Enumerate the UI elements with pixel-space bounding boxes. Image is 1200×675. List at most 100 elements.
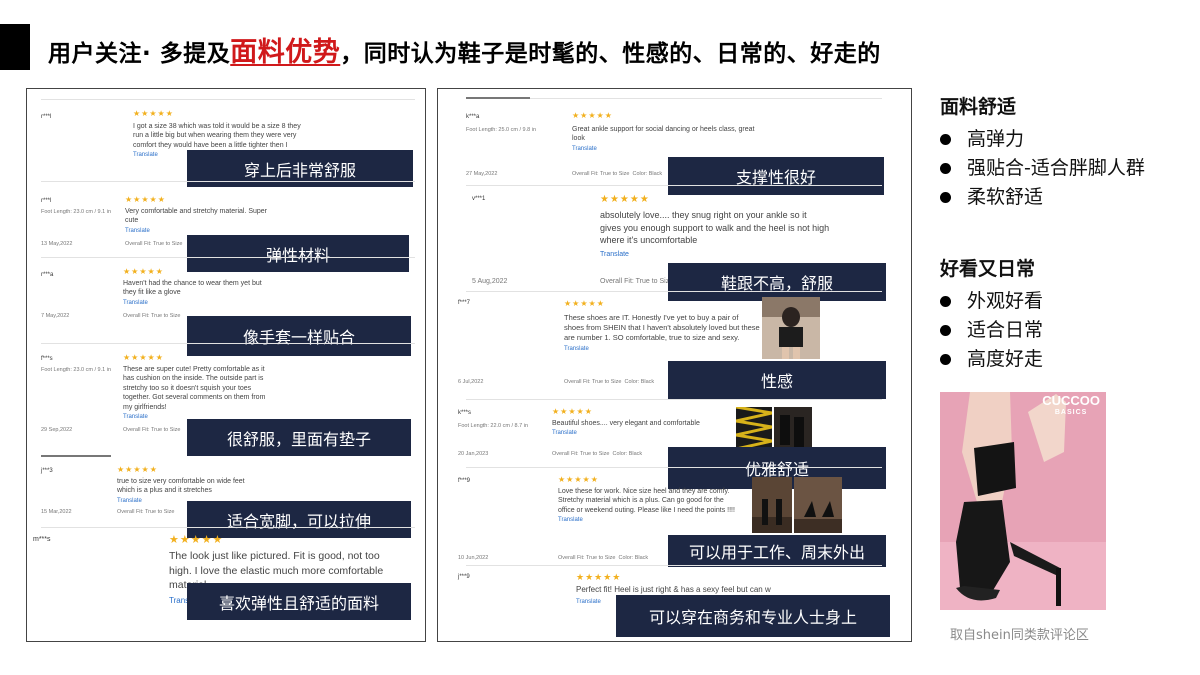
right-review-panel: k***a Foot Length: 25.0 cm / 9.8 in ★★★★…	[437, 88, 912, 642]
review-date: 29 Sep,2022	[41, 427, 73, 433]
review-date: 13 May,2022	[41, 241, 73, 247]
overall-fit: Overall Fit: True to Size	[123, 313, 181, 319]
review-text: Very comfortable and stretchy material. …	[125, 208, 268, 225]
feature-list: 外观好看 适合日常 高度好走	[940, 287, 1043, 374]
review-text: Great ankle support for social dancing o…	[572, 126, 755, 143]
feature-group-style: 好看又日常 外观好看 适合日常 高度好走	[940, 254, 1043, 374]
review-date: 10 Jun,2022	[458, 555, 489, 561]
feature-text: 外观好看	[967, 290, 1044, 312]
feature-text: 高弹力	[967, 128, 1025, 150]
review-text: Love these for work. Nice size heel and …	[558, 488, 735, 514]
translate-link[interactable]: Translate	[564, 346, 589, 352]
feature-text: 柔软舒适	[967, 186, 1044, 208]
feature-text: 高度好走	[967, 348, 1044, 370]
divider	[466, 291, 882, 292]
review-text: These are super cute! Pretty comfortable…	[123, 366, 266, 411]
overall-fit: Overall Fit: True to Size Color: Black	[564, 379, 654, 386]
review-user: r***l	[41, 114, 52, 120]
review-user: f***s	[41, 356, 53, 362]
review-date: 6 Jul,2022	[458, 379, 484, 385]
star-rating: ★★★★★	[123, 267, 164, 276]
divider	[466, 467, 882, 468]
review-tag-label: 可以用于工作、周末外出	[668, 535, 886, 567]
translate-link[interactable]: Translate	[572, 146, 597, 152]
bullet-icon	[940, 134, 951, 145]
review-tag-label: 喜欢弹性且舒适的面料	[187, 583, 411, 620]
fit-text: Overall Fit: True to Size	[558, 555, 616, 561]
review-text: Beautiful shoes.... very elegant and com…	[552, 420, 700, 427]
star-rating: ★★★★★	[552, 407, 593, 416]
translate-link[interactable]: Translate	[123, 414, 148, 420]
bullet-icon	[940, 325, 951, 336]
feature-item: 强贴合-适合胖脚人群	[940, 154, 1145, 183]
overall-fit: Overall Fit: True to Size	[117, 509, 175, 515]
feature-item: 高度好走	[940, 345, 1043, 374]
translate-link[interactable]: Translate	[117, 498, 142, 504]
feature-item: 柔软舒适	[940, 183, 1145, 212]
review-body: Great ankle support for social dancing o…	[572, 125, 762, 153]
review-text: true to size very comfortable on wide fe…	[117, 478, 245, 495]
overall-fit: Overall Fit: True to Size	[600, 278, 674, 285]
feature-group-fabric: 面料舒适 高弹力 强贴合-适合胖脚人群 柔软舒适	[940, 92, 1145, 212]
title-highlight: 面料优势	[230, 37, 341, 68]
translate-link[interactable]: Translate	[558, 517, 583, 523]
feature-text: 强贴合-适合胖脚人群	[967, 157, 1145, 179]
fit-text: Overall Fit: True to Size	[572, 171, 630, 177]
review-tag-label: 性感	[668, 361, 886, 399]
review-body: Beautiful shoes.... very elegant and com…	[552, 419, 728, 438]
foot-length: Foot Length: 23.0 cm / 9.1 in	[41, 209, 112, 215]
review-tag-label: 很舒服，里面有垫子	[187, 419, 411, 456]
translate-link[interactable]: Translate	[123, 300, 148, 306]
left-review-panel: r***l ★★★★★ I got a size 38 which was to…	[26, 88, 426, 642]
review-text: Perfect fit! Heel is just right & has a …	[576, 585, 771, 594]
divider	[41, 343, 415, 344]
divider	[41, 455, 111, 457]
bullet-icon	[940, 192, 951, 203]
bullet-icon	[940, 296, 951, 307]
foot-length: Foot Length: 23.0 cm / 9.1 in	[41, 367, 112, 373]
review-user: f***9	[458, 478, 471, 484]
review-user: f***7	[458, 300, 471, 306]
foot-length: Foot Length: 22.0 cm / 8.7 in	[458, 423, 529, 429]
review-user: v***1	[472, 196, 486, 202]
bullet-icon	[940, 354, 951, 365]
star-rating: ★★★★★	[572, 111, 613, 120]
overall-fit: Overall Fit: True to Size Color: Black	[552, 451, 642, 458]
feature-item: 外观好看	[940, 287, 1043, 316]
group-heading: 面料舒适	[940, 96, 1017, 118]
review-user: k***s	[458, 410, 472, 416]
review-text: absolutely love.... they snug right on y…	[600, 210, 830, 246]
color-text: Color: Black	[612, 451, 643, 457]
overall-fit: Overall Fit: True to Size Color: Black	[558, 555, 648, 562]
divider	[41, 257, 415, 258]
review-body: Haven't had the chance to wear them yet …	[123, 279, 273, 307]
divider	[466, 399, 882, 400]
image-caption: 取自shein同类款评论区	[950, 628, 1089, 643]
feature-item: 高弹力	[940, 125, 1145, 154]
review-user: r***a	[41, 272, 54, 278]
review-user: r***l	[41, 198, 52, 204]
overall-fit: Overall Fit: True to Size Color: Black	[572, 171, 662, 178]
review-user: m***s	[33, 536, 51, 543]
translate-link[interactable]: Translate	[600, 251, 629, 258]
review-body: Love these for work. Nice size heel and …	[558, 487, 738, 525]
review-photo	[762, 297, 820, 359]
translate-link[interactable]: Translate	[125, 228, 150, 234]
review-date: 20 Jan,2023	[458, 451, 489, 457]
color-text: Color: Black	[618, 555, 649, 561]
sandal-illustration	[940, 392, 1106, 610]
review-body: absolutely love.... they snug right on y…	[600, 209, 830, 260]
star-rating: ★★★★★	[558, 475, 599, 484]
brand-sub: BASICS	[1054, 409, 1088, 416]
review-tag-label: 可以穿在商务和专业人士身上	[616, 595, 890, 637]
review-date: 7 May,2022	[41, 313, 70, 319]
title-accent-bar	[0, 24, 30, 70]
translate-link[interactable]: Translate	[576, 599, 601, 605]
review-text: Haven't had the chance to wear them yet …	[123, 280, 262, 297]
translate-link[interactable]: Translate	[133, 152, 158, 158]
star-rating: ★★★★★	[169, 534, 224, 546]
review-photo	[752, 477, 792, 533]
review-text: I got a size 38 which was told it would …	[133, 123, 301, 149]
translate-link[interactable]: Translate	[552, 430, 577, 436]
review-body: Very comfortable and stretchy material. …	[125, 207, 275, 235]
